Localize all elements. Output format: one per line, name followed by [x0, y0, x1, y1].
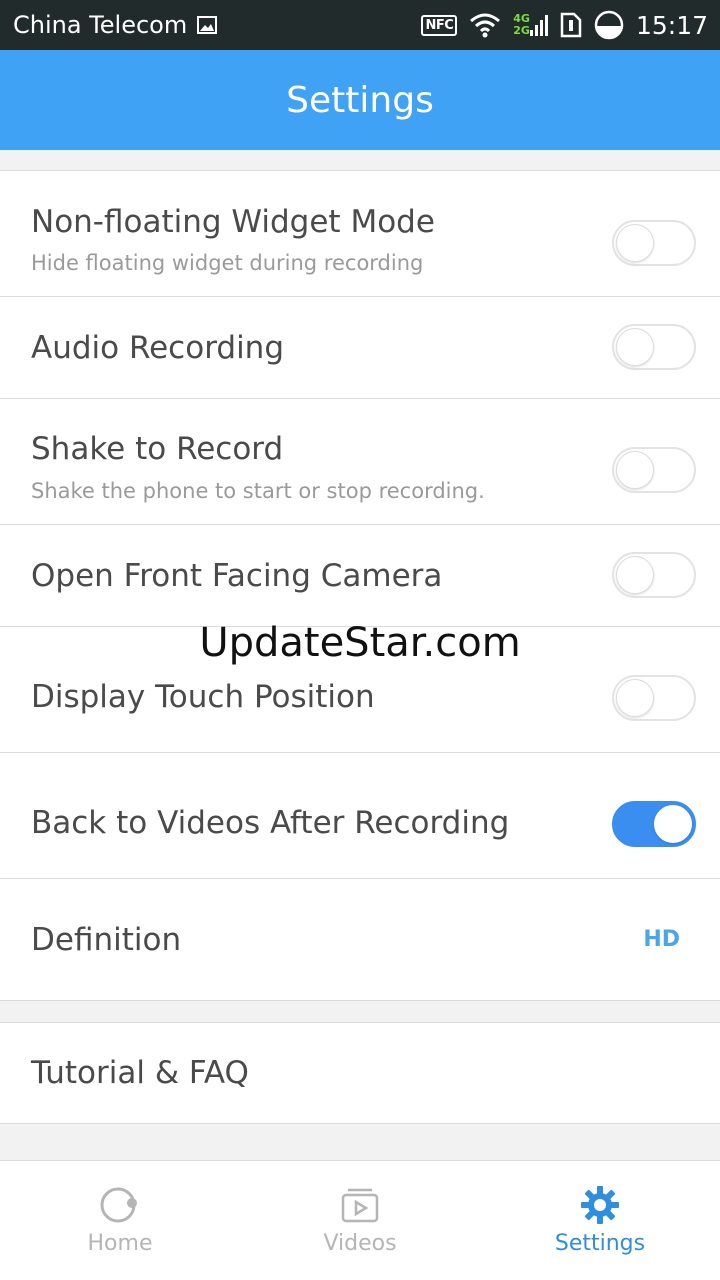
non-floating-widget-toggle[interactable]: [612, 220, 696, 266]
app-header: Settings: [0, 50, 720, 150]
tab-label: Settings: [554, 1231, 646, 1256]
cellular-signal-icon: 4G 2G: [513, 12, 548, 38]
clock: 15:17: [635, 10, 708, 40]
tutorial-faq-label: Tutorial & FAQ: [31, 1055, 249, 1091]
tutorial-faq-row[interactable]: Tutorial & FAQ: [0, 1022, 720, 1124]
tab-videos[interactable]: Videos: [240, 1161, 480, 1280]
setting-title: Shake to Record: [31, 431, 284, 467]
back-to-videos-toggle[interactable]: [612, 801, 696, 847]
setting-definition[interactable]: Definition HD: [0, 879, 720, 1001]
setting-title: Back to Videos After Recording: [31, 805, 510, 841]
status-bar: China Telecom NFC 4G 2G 15:17: [0, 0, 720, 50]
setting-shake-to-record[interactable]: Shake to Record Shake the phone to start…: [0, 399, 720, 525]
definition-value: HD: [643, 927, 680, 952]
tab-home[interactable]: Home: [0, 1161, 240, 1280]
battery-icon: [594, 10, 624, 40]
shake-to-record-toggle[interactable]: [612, 447, 696, 493]
setting-title: Open Front Facing Camera: [31, 558, 443, 594]
nfc-icon: NFC: [421, 14, 458, 36]
tab-label: Videos: [323, 1231, 397, 1256]
setting-back-to-videos[interactable]: Back to Videos After Recording: [0, 753, 720, 879]
setting-subtitle: Hide floating widget during recording: [31, 251, 424, 275]
watermark: UpdateStar.com: [199, 620, 521, 666]
page-title: Settings: [286, 79, 434, 121]
setting-subtitle: Shake the phone to start or stop recordi…: [31, 479, 485, 503]
record-icon: [100, 1187, 137, 1223]
setting-front-camera[interactable]: Open Front Facing Camera: [0, 525, 720, 627]
front-camera-toggle[interactable]: [612, 552, 696, 598]
setting-title: Definition: [31, 922, 182, 958]
display-touch-toggle[interactable]: [612, 675, 696, 721]
setting-title: Audio Recording: [31, 330, 285, 366]
setting-title: Non-floating Widget Mode: [31, 204, 435, 240]
network-2g-label: 2G: [513, 24, 530, 37]
bottom-tab-bar: Home Videos Settings: [0, 1160, 720, 1280]
sim-icon: [560, 12, 582, 38]
audio-recording-toggle[interactable]: [612, 324, 696, 370]
setting-title: Display Touch Position: [31, 679, 375, 715]
setting-audio-recording[interactable]: Audio Recording: [0, 297, 720, 399]
image-notification-icon: [197, 16, 218, 34]
gear-icon: [581, 1186, 619, 1224]
tab-label: Home: [87, 1231, 153, 1256]
setting-non-floating-widget[interactable]: Non-floating Widget Mode Hide floating w…: [0, 171, 720, 297]
video-player-icon: [341, 1188, 379, 1223]
tab-settings[interactable]: Settings: [480, 1161, 720, 1280]
carrier-name: China Telecom: [13, 11, 188, 39]
wifi-icon: [469, 12, 501, 38]
settings-list: Non-floating Widget Mode Hide floating w…: [0, 170, 720, 1001]
